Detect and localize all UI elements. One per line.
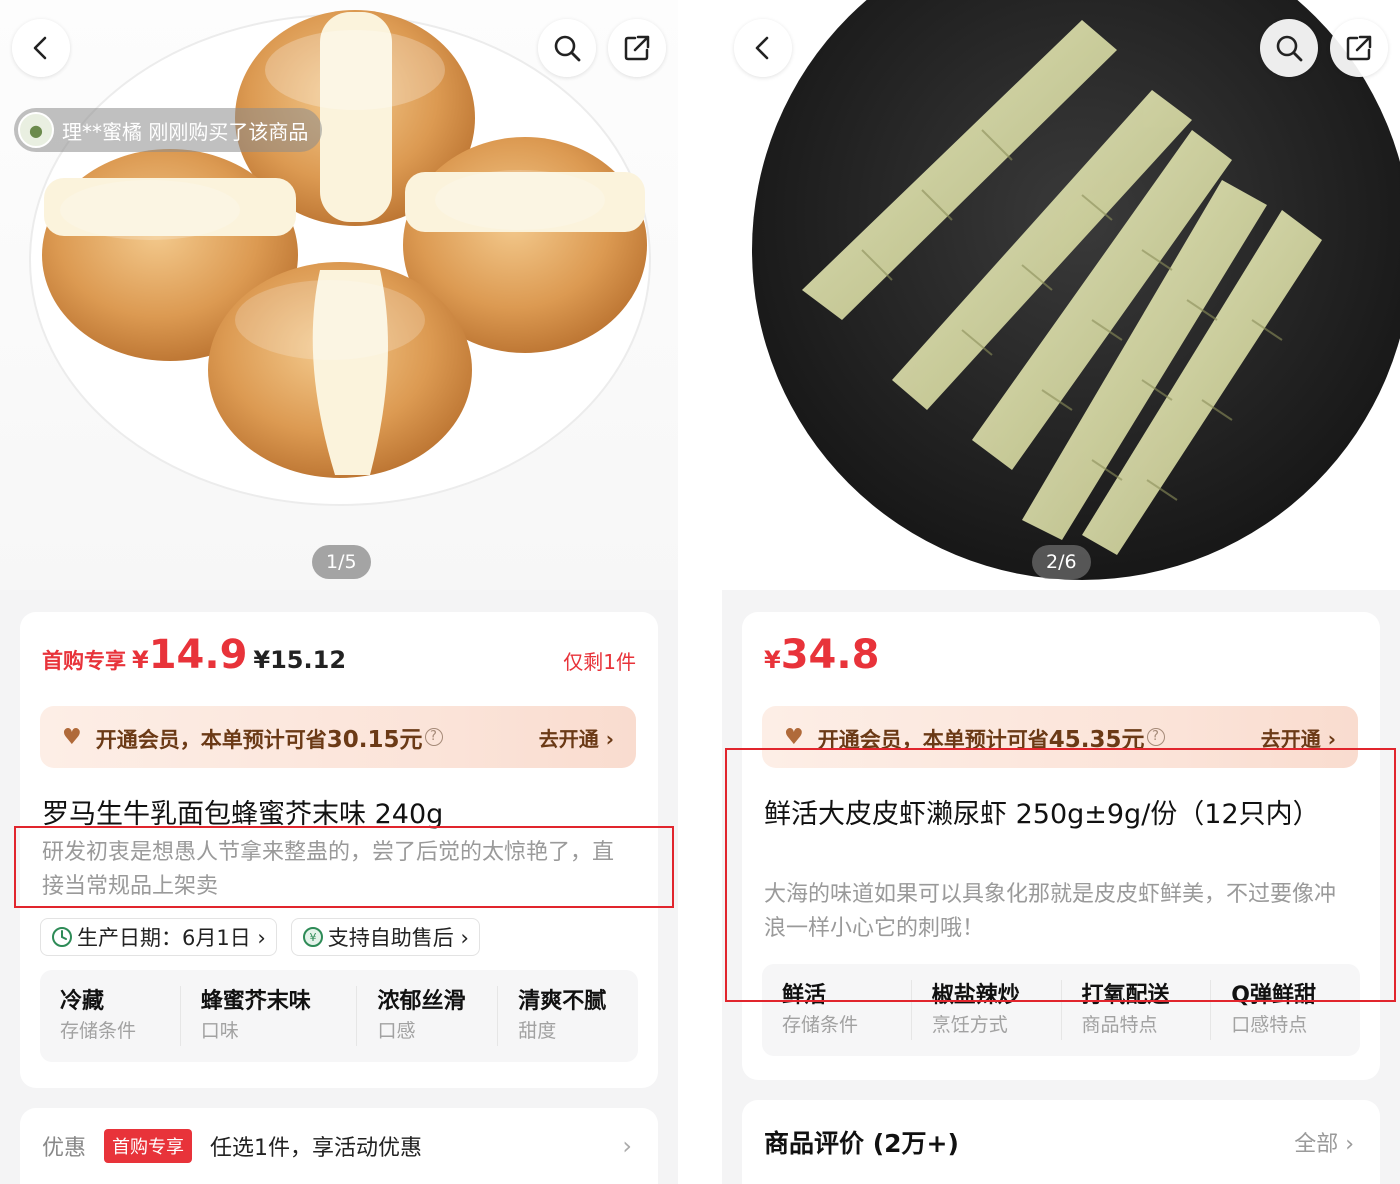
service-icon: ¥ <box>302 926 324 948</box>
share-button[interactable] <box>1330 19 1388 77</box>
share-button[interactable] <box>608 19 666 77</box>
original-price: ¥15.12 <box>253 646 347 674</box>
product-image-carousel[interactable]: 2/6 <box>722 0 1400 590</box>
reviews-row[interactable]: 商品评价 (2万+) 全部 › <box>742 1100 1380 1184</box>
highlight-box-description <box>14 826 674 908</box>
heart-icon: ♥ <box>62 724 82 750</box>
help-icon[interactable]: ? <box>424 728 443 746</box>
search-button[interactable] <box>1260 19 1318 77</box>
back-button[interactable] <box>734 19 792 77</box>
view-all-reviews-link[interactable]: 全部 › <box>1294 1126 1354 1158</box>
back-icon <box>755 36 769 60</box>
buyer-notice-text: 理**蜜橘 刚刚购买了该商品 <box>62 119 309 144</box>
image-page-indicator: 1/5 <box>312 545 371 579</box>
highlight-box-title-description <box>725 748 1396 1002</box>
svg-text:¥: ¥ <box>309 931 316 944</box>
open-membership-link[interactable]: 去开通 › <box>539 723 614 752</box>
product-page-shrimp: 2/6 ¥34.8 ♥ 开通会员，本单预计可省45.35元 ? 去开通 › 鲜活… <box>722 0 1400 1184</box>
product-page-bread: ● 理**蜜橘 刚刚购买了该商品 1/5 首购专享 ¥14.9 ¥15.12 仅… <box>0 0 678 1184</box>
current-price: ¥34.8 <box>764 632 880 678</box>
recent-buyer-notice: ● 理**蜜橘 刚刚购买了该商品 <box>14 108 323 152</box>
promo-text: 任选1件，享活动优惠 <box>210 1136 423 1161</box>
promotion-row[interactable]: 优惠 首购专享 任选1件，享活动优惠 › <box>20 1108 658 1184</box>
current-price: ¥14.9 <box>132 632 248 678</box>
membership-savings-text: 开通会员，本单预计可省30.15元 <box>95 727 423 753</box>
attribute-sweetness: 清爽不腻 甜度 <box>518 989 607 1042</box>
attribute-texture: 浓郁丝滑 口感 <box>357 986 499 1046</box>
membership-banner[interactable]: ♥ 开通会员，本单预计可省30.15元 ? 去开通 › <box>40 706 636 768</box>
promo-label: 优惠 <box>42 1136 87 1161</box>
image-page-indicator: 2/6 <box>1032 545 1091 579</box>
search-icon <box>554 35 581 62</box>
search-button[interactable] <box>538 19 596 77</box>
back-button[interactable] <box>12 19 70 77</box>
production-date-chip[interactable]: 生产日期：6月1日 › <box>40 918 277 956</box>
product-image-carousel[interactable]: ● 理**蜜橘 刚刚购买了该商品 1/5 <box>0 0 678 590</box>
clock-icon <box>51 926 73 948</box>
promo-tag: 首购专享 <box>104 1129 193 1163</box>
share-icon <box>1346 35 1372 61</box>
attribute-flavor: 蜂蜜芥末味 口味 <box>181 986 358 1046</box>
help-icon[interactable]: ? <box>1146 728 1165 746</box>
service-chips: 生产日期：6月1日 › ¥ 支持自助售后 › <box>40 918 480 956</box>
chevron-right-icon: › <box>622 1132 632 1160</box>
price-row: ¥34.8 <box>764 632 879 678</box>
stock-remaining: 仅剩1件 <box>563 650 636 674</box>
heart-icon: ♥ <box>784 724 804 750</box>
search-icon <box>1276 35 1303 62</box>
buyer-avatar: ● <box>18 112 54 148</box>
price-row: 首购专享 ¥14.9 ¥15.12 <box>42 632 346 678</box>
share-icon <box>624 35 650 61</box>
production-date-label: 生产日期：6月1日 › <box>77 926 266 950</box>
panel-divider <box>678 0 722 1184</box>
bread-photo <box>29 10 651 506</box>
back-icon <box>33 36 47 60</box>
aftersale-label: 支持自助售后 › <box>327 926 469 950</box>
mantis-shrimp-photo <box>752 0 1400 580</box>
self-service-aftersale-chip[interactable]: ¥ 支持自助售后 › <box>290 918 480 956</box>
product-attributes: 冷藏 存储条件 蜂蜜芥末味 口味 浓郁丝滑 口感 清爽不腻 甜度 <box>40 970 638 1062</box>
reviews-title: 商品评价 (2万+) <box>764 1129 959 1158</box>
first-purchase-label: 首购专享 <box>42 649 126 673</box>
attribute-storage: 冷藏 存储条件 <box>40 986 181 1046</box>
